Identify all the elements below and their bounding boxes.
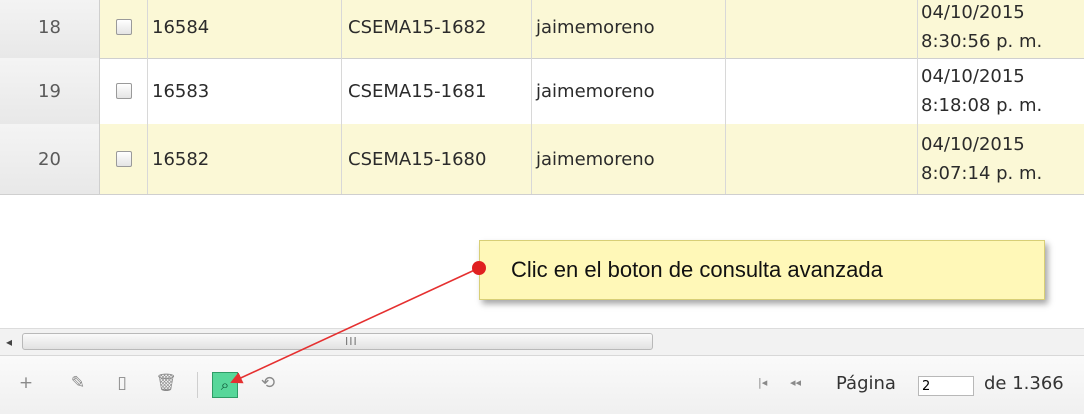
row-empty-cell <box>726 58 918 124</box>
row-datetime: 04/10/2015 8:18:08 p. m. <box>918 58 1084 124</box>
scrollbar-thumb[interactable]: III <box>22 333 653 350</box>
callout-text: Clic en el boton de consulta avanzada <box>511 257 883 282</box>
row-code: CSEMA15-1681 <box>342 58 532 124</box>
page-label: Página <box>836 373 896 394</box>
prev-page-icon[interactable]: ◂◂ <box>790 376 801 389</box>
tutorial-callout: Clic en el boton de consulta avanzada <box>479 240 1045 300</box>
row-user: jaimemoreno <box>532 124 726 194</box>
row-checkbox[interactable] <box>115 83 132 99</box>
row-datetime: 04/10/2015 8:07:14 p. m. <box>918 124 1084 194</box>
scroll-left-arrow-icon[interactable]: ◂ <box>6 335 12 349</box>
row-time: 8:30:56 p. m. <box>921 31 1043 52</box>
row-code: CSEMA15-1682 <box>342 0 532 58</box>
horizontal-scrollbar[interactable]: ◂ III <box>0 328 1084 356</box>
row-id: 16584 <box>148 0 342 58</box>
row-checkbox-cell[interactable] <box>100 0 148 58</box>
row-date: 04/10/2015 <box>921 134 1025 155</box>
row-empty-cell <box>726 0 918 58</box>
row-checkbox[interactable] <box>115 151 132 167</box>
row-date: 04/10/2015 <box>921 66 1025 87</box>
row-user: jaimemoreno <box>532 58 726 124</box>
advanced-search-button[interactable]: ⌕ <box>212 372 238 398</box>
toolbar-separator <box>197 372 198 398</box>
total-pages: de 1.366 <box>984 373 1064 394</box>
row-code: CSEMA15-1680 <box>342 124 532 194</box>
row-empty-cell <box>726 124 918 194</box>
row-date: 04/10/2015 <box>921 2 1025 23</box>
row-time: 8:07:14 p. m. <box>921 163 1043 184</box>
edit-icon[interactable]: ✎ <box>66 371 90 395</box>
row-number: 18 <box>0 0 100 58</box>
row-datetime: 04/10/2015 8:30:56 p. m. <box>918 0 1084 58</box>
pager-toolbar: + ✎ ▯ 🗑 ⌕ ⟲ |◂ ◂◂ Página de 1.366 <box>0 355 1084 414</box>
row-number: 20 <box>0 124 100 194</box>
row-user: jaimemoreno <box>532 0 726 58</box>
scrollbar-grip-icon: III <box>345 335 358 348</box>
row-id: 16582 <box>148 124 342 194</box>
add-icon[interactable]: + <box>14 371 38 395</box>
row-time: 8:18:08 p. m. <box>921 95 1043 116</box>
view-icon[interactable]: ▯ <box>110 371 134 395</box>
row-checkbox-cell[interactable] <box>100 124 148 194</box>
row-checkbox-cell[interactable] <box>100 58 148 124</box>
table-row[interactable]: 19 16583 CSEMA15-1681 jaimemoreno 04/10/… <box>0 58 1084 125</box>
table-row[interactable]: 20 16582 CSEMA15-1680 jaimemoreno 04/10/… <box>0 124 1084 195</box>
page-number-input[interactable] <box>918 376 974 396</box>
row-number: 19 <box>0 58 100 124</box>
refresh-icon[interactable]: ⟲ <box>256 371 280 395</box>
delete-icon[interactable]: 🗑 <box>154 371 178 395</box>
table-row[interactable]: 18 16584 CSEMA15-1682 jaimemoreno 04/10/… <box>0 0 1084 59</box>
row-checkbox[interactable] <box>115 19 132 35</box>
row-id: 16583 <box>148 58 342 124</box>
first-page-icon[interactable]: |◂ <box>758 376 767 389</box>
